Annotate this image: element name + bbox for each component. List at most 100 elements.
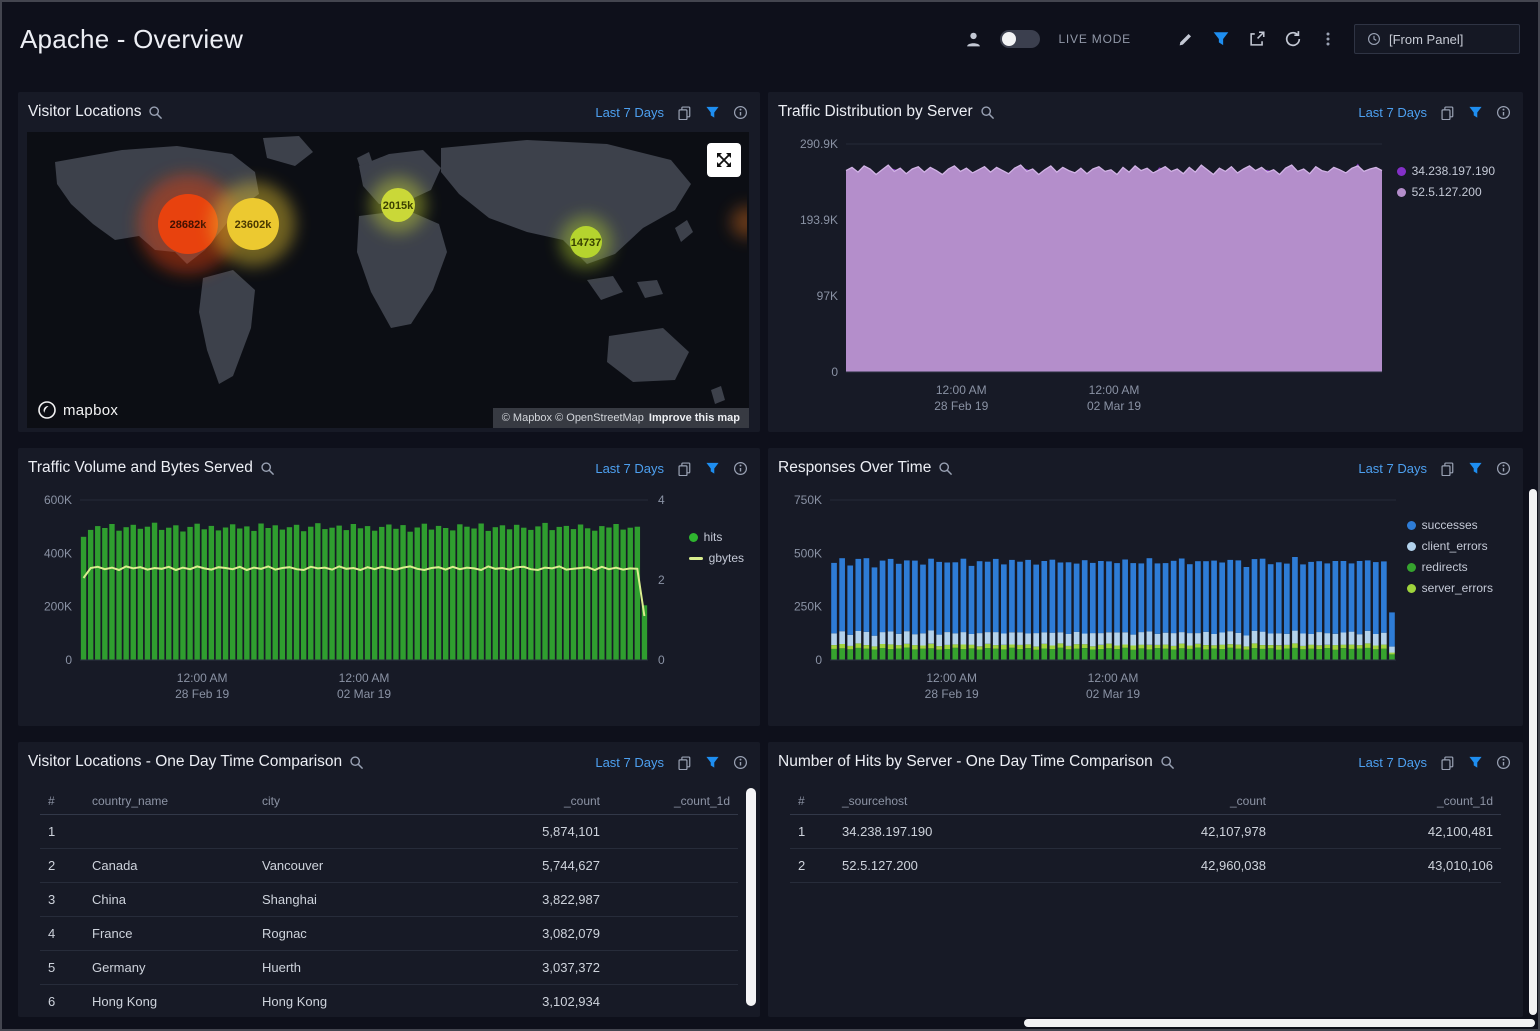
chart-legend: 34.238.197.190 52.5.127.200 [1397,164,1495,199]
column-header[interactable]: _sourcehost [834,788,1134,815]
mapbox-icon [37,400,57,420]
filter-icon[interactable] [1468,755,1483,770]
svg-text:290.9K: 290.9K [800,137,838,151]
table-row[interactable]: 3ChinaShanghai3,822,987 [40,883,738,917]
panel-title: Number of Hits by Server - One Day Time … [778,753,1153,771]
table-row[interactable]: 4FranceRognac3,082,079 [40,917,738,951]
time-range-link[interactable]: Last 7 Days [1358,105,1427,120]
legend-item[interactable]: 34.238.197.190 [1397,164,1495,178]
svg-text:23602k: 23602k [235,219,273,231]
column-header[interactable]: _count [428,788,608,815]
column-header[interactable]: _count_1d [608,788,738,815]
info-icon[interactable] [1496,755,1511,770]
svg-text:02 Mar 19: 02 Mar 19 [1087,399,1141,413]
table-row[interactable]: 15,874,101 [40,815,738,849]
more-icon[interactable] [1320,31,1336,47]
time-range-link[interactable]: Last 7 Days [1358,461,1427,476]
svg-text:500K: 500K [794,546,822,560]
table-row[interactable]: 2CanadaVancouver5,744,627 [40,849,738,883]
copy-icon[interactable] [1440,105,1455,120]
svg-text:0: 0 [815,653,822,667]
table-header-row: #_sourcehost_count_count_1d [790,788,1501,815]
svg-text:0: 0 [65,653,72,667]
info-icon[interactable] [733,461,748,476]
panel-header: Visitor Locations Last 7 Days [18,92,760,132]
panel-header: Traffic Distribution by Server Last 7 Da… [768,92,1523,132]
svg-text:12:00 AM: 12:00 AM [926,671,977,685]
svg-text:4: 4 [658,493,665,507]
filter-icon[interactable] [705,461,720,476]
filter-icon[interactable] [705,105,720,120]
column-header[interactable]: # [790,788,834,815]
time-range-link[interactable]: Last 7 Days [595,461,664,476]
magnifier-icon[interactable] [1160,755,1175,770]
panel-traffic-volume: Traffic Volume and Bytes Served Last 7 D… [18,448,760,726]
svg-text:97K: 97K [817,289,838,303]
toggle-knob [1002,32,1016,46]
copy-icon[interactable] [677,461,692,476]
table-header-row: #country_namecity_count_count_1d [40,788,738,815]
info-icon[interactable] [733,755,748,770]
svg-text:28682k: 28682k [170,219,208,231]
legend-item[interactable]: 52.5.127.200 [1397,185,1482,199]
legend-item[interactable]: hits [689,530,723,544]
legend-item[interactable]: redirects [1407,560,1468,574]
column-header[interactable]: _count [1134,788,1274,815]
svg-text:02 Mar 19: 02 Mar 19 [1086,687,1140,701]
info-icon[interactable] [733,105,748,120]
magnifier-icon[interactable] [349,755,364,770]
copy-icon[interactable] [677,755,692,770]
legend-item[interactable]: client_errors [1407,539,1488,553]
svg-text:12:00 AM: 12:00 AM [177,671,228,685]
time-range-link[interactable]: Last 7 Days [595,105,664,120]
mapbox-logo[interactable]: mapbox [37,400,118,420]
improve-map-link[interactable]: Improve this map [649,412,740,424]
world-map[interactable]: 28682k23602k2015k14737 mapbox © Mapbox ©… [27,132,749,428]
column-header[interactable]: # [40,788,84,815]
time-range-link[interactable]: Last 7 Days [595,755,664,770]
filter-icon[interactable] [1468,461,1483,476]
svg-text:28 Feb 19: 28 Feb 19 [934,399,988,413]
svg-text:250K: 250K [794,600,822,614]
legend-item[interactable]: gbytes [689,551,744,565]
magnifier-icon[interactable] [148,105,163,120]
panel-title: Visitor Locations - One Day Time Compari… [28,753,342,771]
svg-text:14737: 14737 [571,237,602,249]
edit-icon[interactable] [1177,31,1194,48]
dashboard-title: Apache - Overview [20,24,243,55]
table-row[interactable]: 134.238.197.19042,107,97842,100,481 [790,815,1501,849]
copy-icon[interactable] [677,105,692,120]
panel-title: Visitor Locations [28,103,141,121]
magnifier-icon[interactable] [260,461,275,476]
time-range-value: [From Panel] [1389,32,1463,47]
page-horizontal-scrollbar[interactable] [1024,1019,1535,1027]
time-range-link[interactable]: Last 7 Days [1358,755,1427,770]
panel-title: Responses Over Time [778,459,931,477]
legend-item[interactable]: server_errors [1407,581,1493,595]
legend-item[interactable]: successes [1407,518,1478,532]
table-row[interactable]: 5GermanyHuerth3,037,372 [40,951,738,985]
magnifier-icon[interactable] [980,105,995,120]
table-row[interactable]: 252.5.127.20042,960,03843,010,106 [790,849,1501,883]
table-row[interactable]: 6Hong KongHong Kong3,102,934 [40,985,738,1018]
column-header[interactable]: _count_1d [1274,788,1501,815]
column-header[interactable]: city [254,788,428,815]
table-scrollbar[interactable] [746,788,756,1006]
copy-icon[interactable] [1440,461,1455,476]
user-icon[interactable] [965,31,982,48]
live-mode-toggle[interactable] [1000,30,1040,48]
filter-icon[interactable] [1468,105,1483,120]
share-icon[interactable] [1248,30,1266,48]
filter-icon[interactable] [705,755,720,770]
info-icon[interactable] [1496,105,1511,120]
column-header[interactable]: country_name [84,788,254,815]
time-range-selector[interactable]: [From Panel] [1354,24,1520,54]
filter-icon[interactable] [1212,30,1230,48]
expand-icon[interactable] [707,143,741,177]
copy-icon[interactable] [1440,755,1455,770]
info-icon[interactable] [1496,461,1511,476]
live-mode-label: LIVE MODE [1058,32,1131,46]
page-vertical-scrollbar[interactable] [1529,489,1537,1015]
magnifier-icon[interactable] [938,461,953,476]
refresh-icon[interactable] [1284,30,1302,48]
